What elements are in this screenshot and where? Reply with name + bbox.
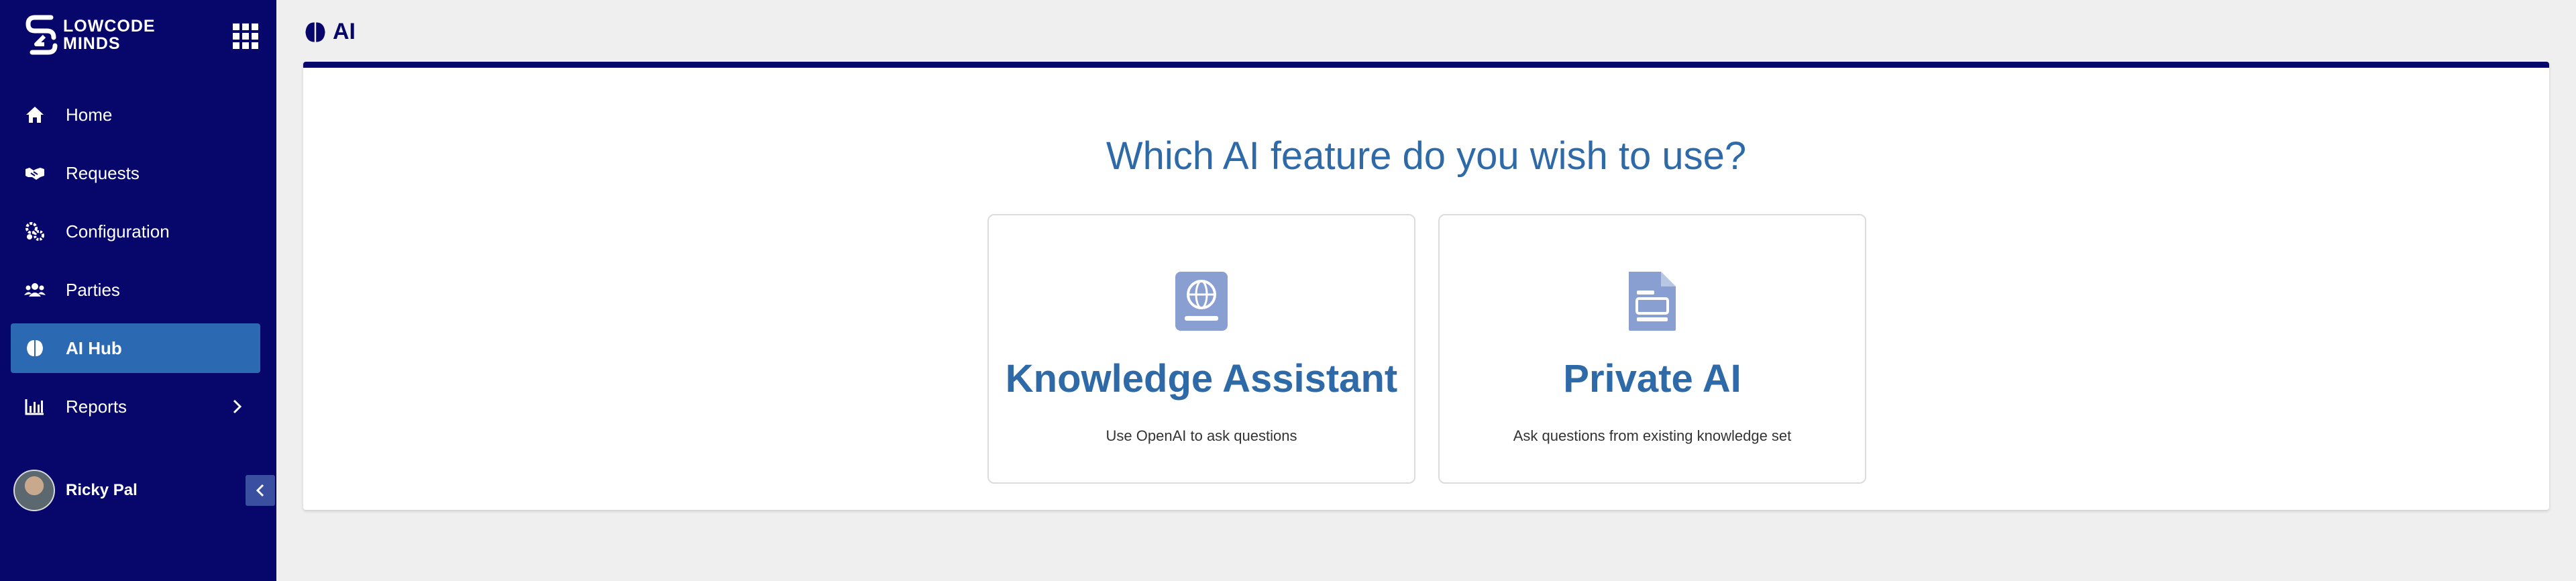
- grid-dot: [242, 33, 249, 40]
- user-name: Ricky Pal: [66, 481, 138, 499]
- feature-question: Which AI feature do you wish to use?: [1106, 134, 1747, 178]
- sidebar-item-label: Reports: [66, 396, 127, 417]
- apps-grid-button[interactable]: [231, 21, 258, 49]
- sidebar-item-label: AI Hub: [66, 337, 122, 358]
- page-title: AI: [333, 19, 356, 44]
- grid-dot: [242, 42, 249, 49]
- grid-dot: [233, 42, 239, 49]
- logo-icon: [25, 15, 58, 55]
- users-icon: [24, 279, 46, 301]
- book-globe-icon: [1175, 272, 1228, 331]
- grid-dot: [233, 23, 239, 30]
- option-title: Knowledge Assistant: [1005, 357, 1398, 401]
- brand-logo[interactable]: LOWCODE MINDS: [24, 13, 156, 56]
- brain-icon: [24, 337, 46, 359]
- brand-name: LOWCODE MINDS: [63, 17, 156, 52]
- brain-icon: [305, 21, 325, 42]
- sidebar-item-requests[interactable]: Requests: [11, 148, 260, 198]
- brand-line-1: LOWCODE: [63, 17, 156, 36]
- option-description: Ask questions from existing knowledge se…: [1513, 427, 1792, 444]
- chevron-right-icon: [233, 399, 242, 414]
- ai-hub-panel: Which AI feature do you wish to use? Kno…: [303, 62, 2549, 510]
- option-description: Use OpenAI to ask questions: [1106, 427, 1297, 444]
- chevron-left-icon: [256, 484, 264, 497]
- avatar: [13, 470, 55, 511]
- grid-dot: [252, 42, 258, 49]
- sidebar-item-label: Parties: [66, 279, 120, 300]
- brand-line-2: MINDS: [63, 34, 121, 53]
- document-icon: [1629, 272, 1676, 331]
- grid-dot: [242, 23, 249, 30]
- sidebar-item-reports[interactable]: Reports: [11, 382, 260, 431]
- page-header: AI: [303, 19, 356, 45]
- chart-icon: [24, 396, 46, 417]
- sidebar: LOWCODE MINDS Home Requests Configuratio…: [0, 0, 276, 581]
- home-icon: [24, 104, 46, 125]
- handshake-icon: [24, 162, 46, 184]
- cogs-icon: [24, 221, 46, 242]
- app-root: LOWCODE MINDS Home Requests Configuratio…: [0, 0, 2576, 581]
- sidebar-item-parties[interactable]: Parties: [11, 265, 260, 315]
- sidebar-nav: Home Requests Configuration Parties AI H…: [11, 90, 260, 440]
- sidebar-item-home[interactable]: Home: [11, 90, 260, 140]
- option-title: Private AI: [1563, 357, 1741, 401]
- sidebar-item-label: Configuration: [66, 221, 170, 242]
- sidebar-item-configuration[interactable]: Configuration: [11, 207, 260, 256]
- collapse-sidebar-button[interactable]: [246, 475, 275, 506]
- grid-dot: [252, 33, 258, 40]
- sidebar-item-label: Requests: [66, 162, 140, 183]
- private-ai-card[interactable]: Private AI Ask questions from existing k…: [1438, 214, 1866, 484]
- sidebar-item-label: Home: [66, 104, 113, 125]
- knowledge-assistant-card[interactable]: Knowledge Assistant Use OpenAI to ask qu…: [987, 214, 1415, 484]
- grid-dot: [252, 23, 258, 30]
- grid-dot: [233, 33, 239, 40]
- user-profile[interactable]: Ricky Pal: [13, 470, 138, 511]
- sidebar-item-ai-hub[interactable]: AI Hub: [11, 323, 260, 373]
